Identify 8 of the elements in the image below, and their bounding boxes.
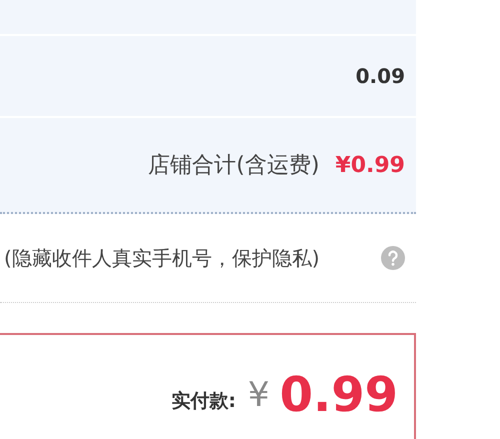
shop-total-label: 店铺合计(含运费) — [148, 152, 320, 180]
privacy-note: (隐藏收件人真实手机号，保护隐私) — [4, 244, 320, 272]
currency-symbol: ¥ — [248, 375, 270, 415]
shop-total-amount: ¥0.99 — [335, 152, 405, 178]
payment-amount: 0.99 — [280, 367, 398, 423]
fee-value: 0.09 — [356, 64, 405, 88]
payment-label: 实付款: — [171, 389, 236, 414]
help-icon[interactable] — [381, 246, 405, 270]
